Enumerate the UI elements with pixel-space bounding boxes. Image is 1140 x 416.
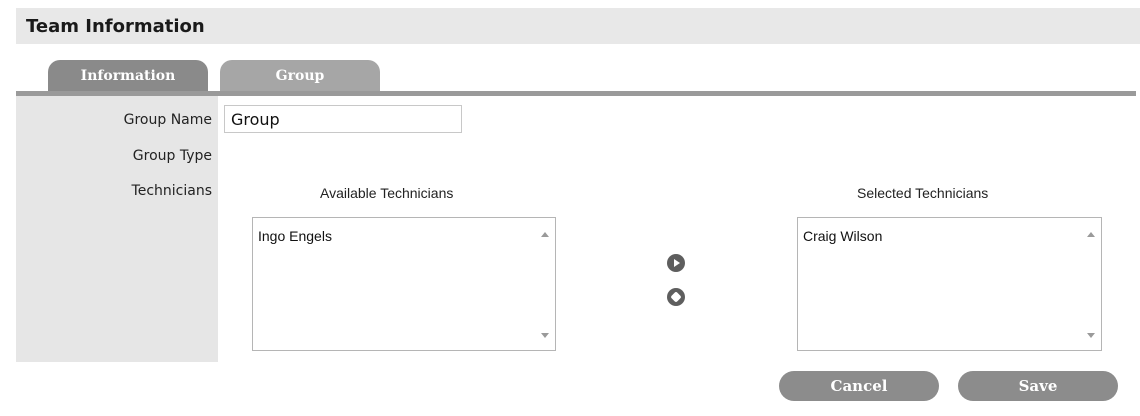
save-button[interactable]: Save [958, 371, 1118, 401]
scrollbar[interactable] [1083, 218, 1101, 350]
arrow-right-circle-icon[interactable] [667, 254, 685, 272]
page-title: Team Information [26, 16, 205, 37]
group-type-label: Group Type [132, 148, 212, 164]
group-name-input[interactable]: Group [224, 105, 462, 133]
technicians-label: Technicians [131, 183, 212, 199]
selected-technicians-title: Selected Technicians [857, 185, 989, 201]
available-technicians-title: Available Technicians [320, 185, 454, 201]
list-item[interactable]: Craig Wilson [803, 228, 882, 244]
group-name-label: Group Name [123, 112, 212, 128]
list-item[interactable]: Ingo Engels [258, 228, 332, 244]
scroll-down-icon[interactable] [1087, 333, 1095, 338]
scroll-up-icon[interactable] [1087, 232, 1095, 237]
available-technicians-list[interactable]: Ingo Engels [252, 217, 556, 351]
label-column [16, 96, 218, 362]
scrollbar[interactable] [537, 218, 555, 350]
diamond-circle-icon[interactable] [667, 288, 685, 306]
scroll-up-icon[interactable] [541, 232, 549, 237]
page-header: Team Information [16, 8, 1140, 44]
cancel-button[interactable]: Cancel [779, 371, 939, 401]
tab-information[interactable]: Information [48, 60, 208, 92]
scroll-down-icon[interactable] [541, 333, 549, 338]
tab-group[interactable]: Group [220, 60, 380, 92]
selected-technicians-list[interactable]: Craig Wilson [797, 217, 1102, 351]
